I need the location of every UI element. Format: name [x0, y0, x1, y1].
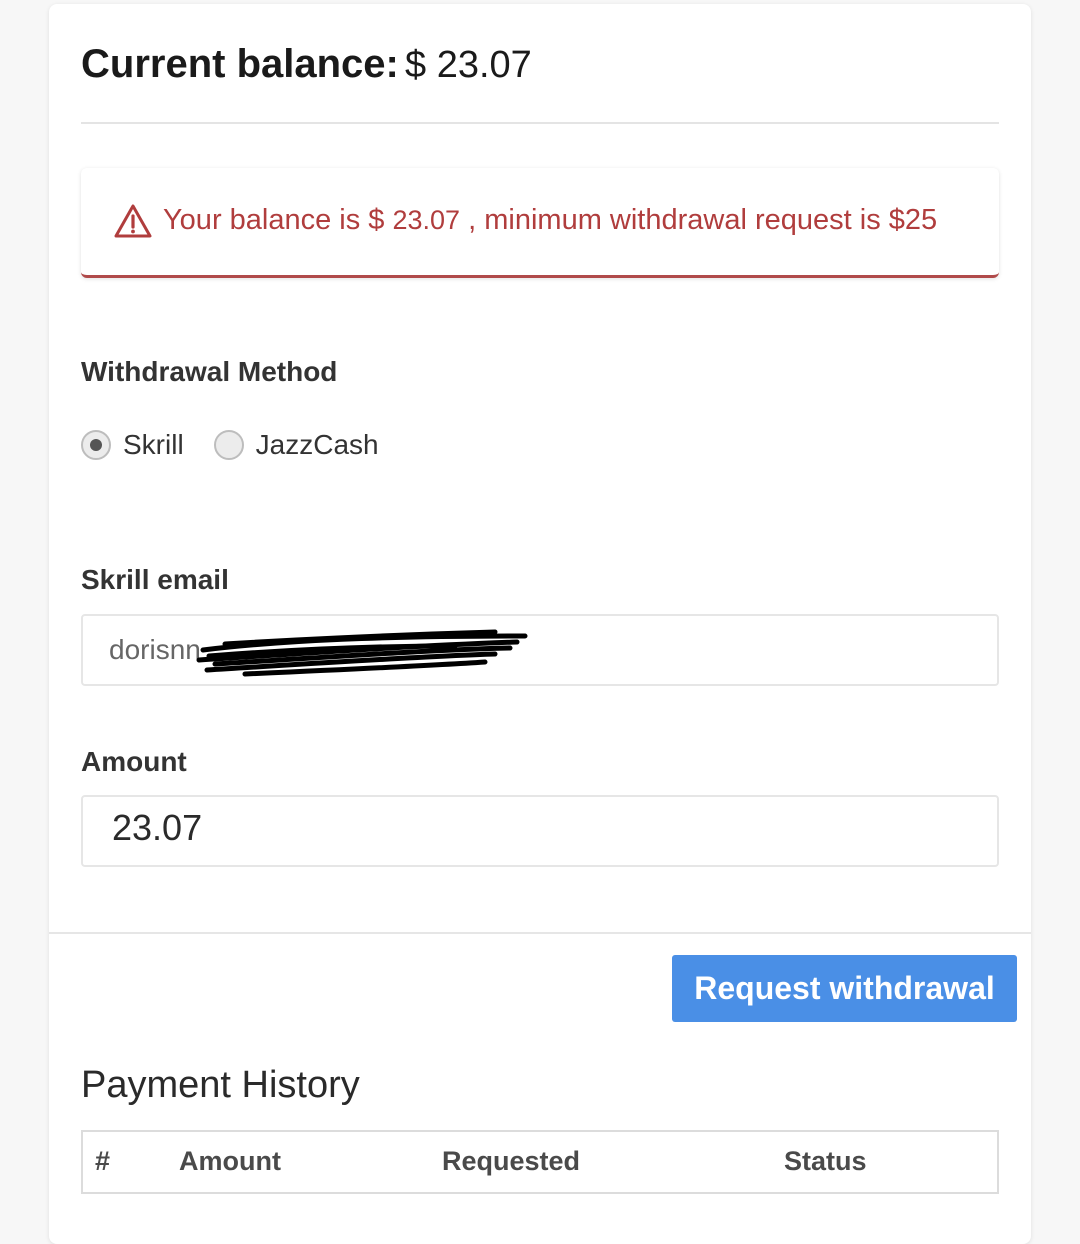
- alert-amount: 23.07: [392, 205, 461, 235]
- alert-text-after: , minimum withdrawal request is $25: [460, 204, 938, 236]
- redaction-scribble: [196, 629, 528, 677]
- amount-label: Amount: [81, 746, 187, 777]
- skrill-email-label: Skrill email: [81, 564, 229, 595]
- skrill-email-value: dorisnn: [109, 634, 201, 665]
- balance-title: Current balance:: [81, 42, 399, 86]
- column-header-requested: Requested: [442, 1146, 581, 1176]
- warning-icon: [114, 204, 152, 238]
- title-divider: [81, 122, 999, 124]
- request-withdrawal-button[interactable]: Request withdrawal: [672, 955, 1017, 1022]
- radio-option-skrill[interactable]: Skrill: [81, 429, 184, 461]
- alert-text-before: Your balance is $: [163, 204, 393, 236]
- amount-field[interactable]: 23.07: [81, 795, 999, 867]
- withdrawal-card: Current balance: $ 23.07 Your balance is…: [49, 4, 1031, 1244]
- skrill-email-field[interactable]: dorisnn: [81, 614, 999, 686]
- withdrawal-method-label: Withdrawal Method: [81, 356, 338, 387]
- radio-button-jazzcash[interactable]: [213, 430, 244, 460]
- radio-label-jazzcash: JazzCash: [255, 429, 379, 460]
- minimum-balance-alert: Your balance is $ 23.07 , minimum withdr…: [81, 168, 999, 278]
- column-header-status: Status: [784, 1146, 867, 1176]
- alert-message: Your balance is $ 23.07 , minimum withdr…: [163, 204, 937, 237]
- radio-option-jazzcash[interactable]: JazzCash: [213, 429, 379, 461]
- amount-value: 23.07: [112, 807, 203, 848]
- payment-history-table: # Amount Requested Status: [81, 1130, 999, 1194]
- column-header-number: #: [95, 1146, 111, 1176]
- balance-value: $ 23.07: [405, 44, 532, 86]
- payment-history-title: Payment History: [81, 1064, 360, 1106]
- section-divider: [49, 932, 1031, 934]
- withdrawal-method-radio-group: Skrill JazzCash: [81, 424, 409, 466]
- column-header-amount: Amount: [179, 1146, 281, 1176]
- radio-label-skrill: Skrill: [123, 429, 184, 460]
- radio-button-skrill[interactable]: [81, 430, 111, 460]
